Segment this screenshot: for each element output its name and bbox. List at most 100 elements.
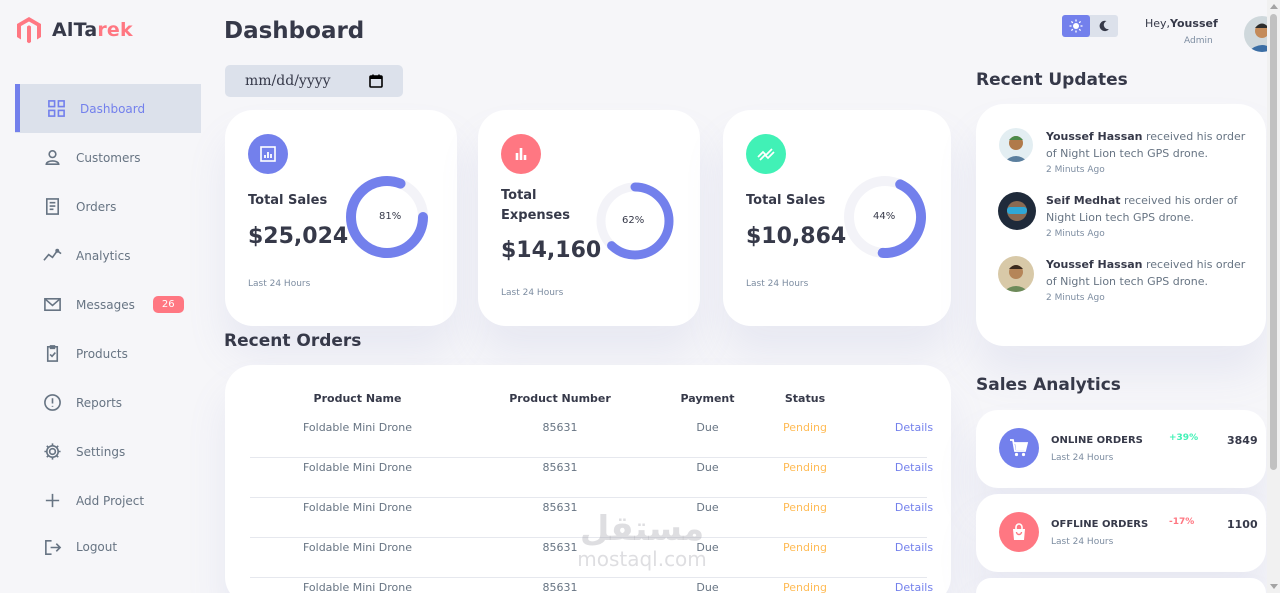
- sidebar-item-messages[interactable]: Messages 26: [15, 280, 201, 329]
- bar-chart-icon: [260, 146, 276, 162]
- product-name: Foldable Mini Drone: [302, 461, 413, 474]
- table-row: Foldable Mini Drone 85631 Due Pending De…: [250, 498, 933, 538]
- page-scrollbar[interactable]: [1267, 0, 1280, 593]
- status-badge: Pending: [783, 421, 827, 434]
- date-input[interactable]: mm/dd/yyyy: [225, 65, 403, 97]
- sidebar-item-reports[interactable]: Reports: [15, 378, 201, 427]
- sidebar-item-logout[interactable]: Logout: [15, 525, 201, 569]
- sidebar-item-label: Products: [76, 346, 128, 361]
- sun-icon[interactable]: [1062, 15, 1090, 37]
- message-count-badge: 26: [152, 296, 184, 313]
- update-time: 2 Minuts Ago: [1046, 229, 1105, 239]
- avatar: [999, 128, 1033, 162]
- sales-analytics-title: Sales Analytics: [976, 375, 1121, 395]
- sidebar-item-label: Logout: [76, 540, 118, 554]
- product-number: 85631: [542, 541, 578, 554]
- analytics-footnote: Last 24 Hours: [1051, 537, 1114, 547]
- product-number: 85631: [542, 461, 578, 474]
- percent-label: 44%: [873, 211, 896, 222]
- details-link[interactable]: Details: [860, 538, 968, 578]
- payment: Due: [696, 541, 719, 554]
- scroll-thumb[interactable]: [1270, 14, 1277, 470]
- sidebar-item-analytics[interactable]: Analytics: [15, 231, 201, 280]
- analytics-percent: +39%: [1169, 433, 1199, 443]
- update-time: 2 Minuts Ago: [1046, 165, 1105, 175]
- sidebar-item-label: Orders: [76, 199, 117, 214]
- analytics-percent: -17%: [1169, 517, 1195, 527]
- table-row: Foldable Mini Drone 85631 Due Pending De…: [250, 538, 933, 578]
- card-footnote: Last 24 Hours: [501, 288, 564, 298]
- recent-updates-title: Recent Updates: [976, 70, 1128, 90]
- sidebar-item-add-project[interactable]: Add Project: [15, 476, 201, 525]
- details-link[interactable]: Details: [860, 458, 968, 498]
- avatar: [998, 256, 1034, 292]
- product-name: Foldable Mini Drone: [302, 421, 413, 434]
- new-item-card: [976, 578, 1266, 593]
- status-badge: Pending: [783, 541, 827, 554]
- chart-icon: [42, 246, 62, 266]
- bag-icon: [999, 512, 1039, 552]
- user-icon: [42, 148, 62, 168]
- sidebar-item-label: Settings: [76, 444, 126, 459]
- update-time: 2 Minuts Ago: [1046, 293, 1105, 303]
- theme-toggle[interactable]: [1062, 15, 1118, 37]
- sidebar-item-products[interactable]: Products: [15, 329, 201, 378]
- plus-icon: [42, 491, 62, 511]
- column-header: Product Name: [313, 392, 402, 405]
- offline-orders-card: OFFLINE ORDERS Last 24 Hours -17% 1100: [976, 494, 1266, 572]
- sidebar-item-dashboard[interactable]: Dashboard: [15, 84, 201, 133]
- payment: Due: [696, 501, 719, 514]
- logout-icon: [42, 537, 62, 557]
- expenses-card: Total Expenses $14,160 62% Last 24 Hours: [478, 110, 700, 326]
- card-label: Total Sales: [248, 193, 328, 208]
- analytics-count: 1100: [1227, 518, 1258, 531]
- cart-icon: [999, 428, 1039, 468]
- table-row: Foldable Mini Drone 85631 Due Pending De…: [250, 458, 933, 498]
- report-icon: [42, 393, 62, 413]
- details-link[interactable]: Details: [860, 578, 968, 593]
- badge: [248, 134, 288, 174]
- product-name: Foldable Mini Drone: [302, 501, 413, 514]
- product-name: Foldable Mini Drone: [302, 541, 413, 554]
- grid-icon: [46, 99, 66, 119]
- page-title: Dashboard: [224, 18, 365, 44]
- profile-role: Admin: [1184, 36, 1213, 46]
- sidebar-item-label: Customers: [76, 150, 141, 165]
- scroll-down-arrow-icon[interactable]: [1270, 584, 1278, 589]
- status-badge: Pending: [783, 501, 827, 514]
- product-name: Foldable Mini Drone: [302, 581, 413, 593]
- receipt-icon: [42, 197, 62, 217]
- logo-icon: [17, 17, 41, 44]
- card-value: $25,024: [248, 224, 349, 249]
- scroll-up-arrow-icon[interactable]: [1270, 4, 1278, 9]
- analytics-count: 3849: [1227, 434, 1258, 447]
- badge: [746, 134, 786, 174]
- online-orders-card: ONLINE ORDERS Last 24 Hours +39% 3849: [976, 410, 1266, 488]
- moon-icon[interactable]: [1090, 15, 1118, 37]
- column-header: Payment: [680, 392, 735, 405]
- sidebar-nav: Dashboard Customers Orders Analytics Mes…: [15, 84, 201, 569]
- details-link[interactable]: Details: [860, 498, 968, 538]
- update-message: Youssef Hassan received his order of Nig…: [1046, 258, 1246, 288]
- column-header: Status: [784, 392, 826, 405]
- calendar-icon[interactable]: [369, 74, 383, 88]
- card-value: $10,864: [746, 224, 847, 249]
- details-link[interactable]: Details: [860, 418, 968, 458]
- payment: Due: [696, 421, 719, 434]
- sidebar-item-label: Dashboard: [80, 101, 146, 116]
- card-footnote: Last 24 Hours: [248, 279, 311, 289]
- sidebar-item-customers[interactable]: Customers: [15, 133, 201, 182]
- sidebar-item-settings[interactable]: Settings: [15, 427, 201, 476]
- sidebar-item-label: Messages: [76, 297, 135, 312]
- sales-card: Total Sales $25,024 81% Last 24 Hours: [225, 110, 457, 326]
- sidebar-item-orders[interactable]: Orders: [15, 182, 201, 231]
- profile-greeting: Hey,Youssef: [1145, 17, 1218, 30]
- sidebar-item-label: Reports: [76, 395, 123, 410]
- recent-orders-table: Product Name Product Number Payment Stat…: [225, 365, 951, 593]
- update-message: Youssef Hassan received his order of Nig…: [1046, 130, 1246, 160]
- sales-card-secondary: Total Sales $10,864 44% Last 24 Hours: [723, 110, 951, 326]
- sidebar: AlTarek Dashboard Customers Orders Analy…: [0, 0, 210, 593]
- brand-logo[interactable]: AlTarek: [16, 16, 133, 44]
- card-label: Total Sales: [746, 193, 826, 208]
- recent-orders-title: Recent Orders: [224, 331, 362, 351]
